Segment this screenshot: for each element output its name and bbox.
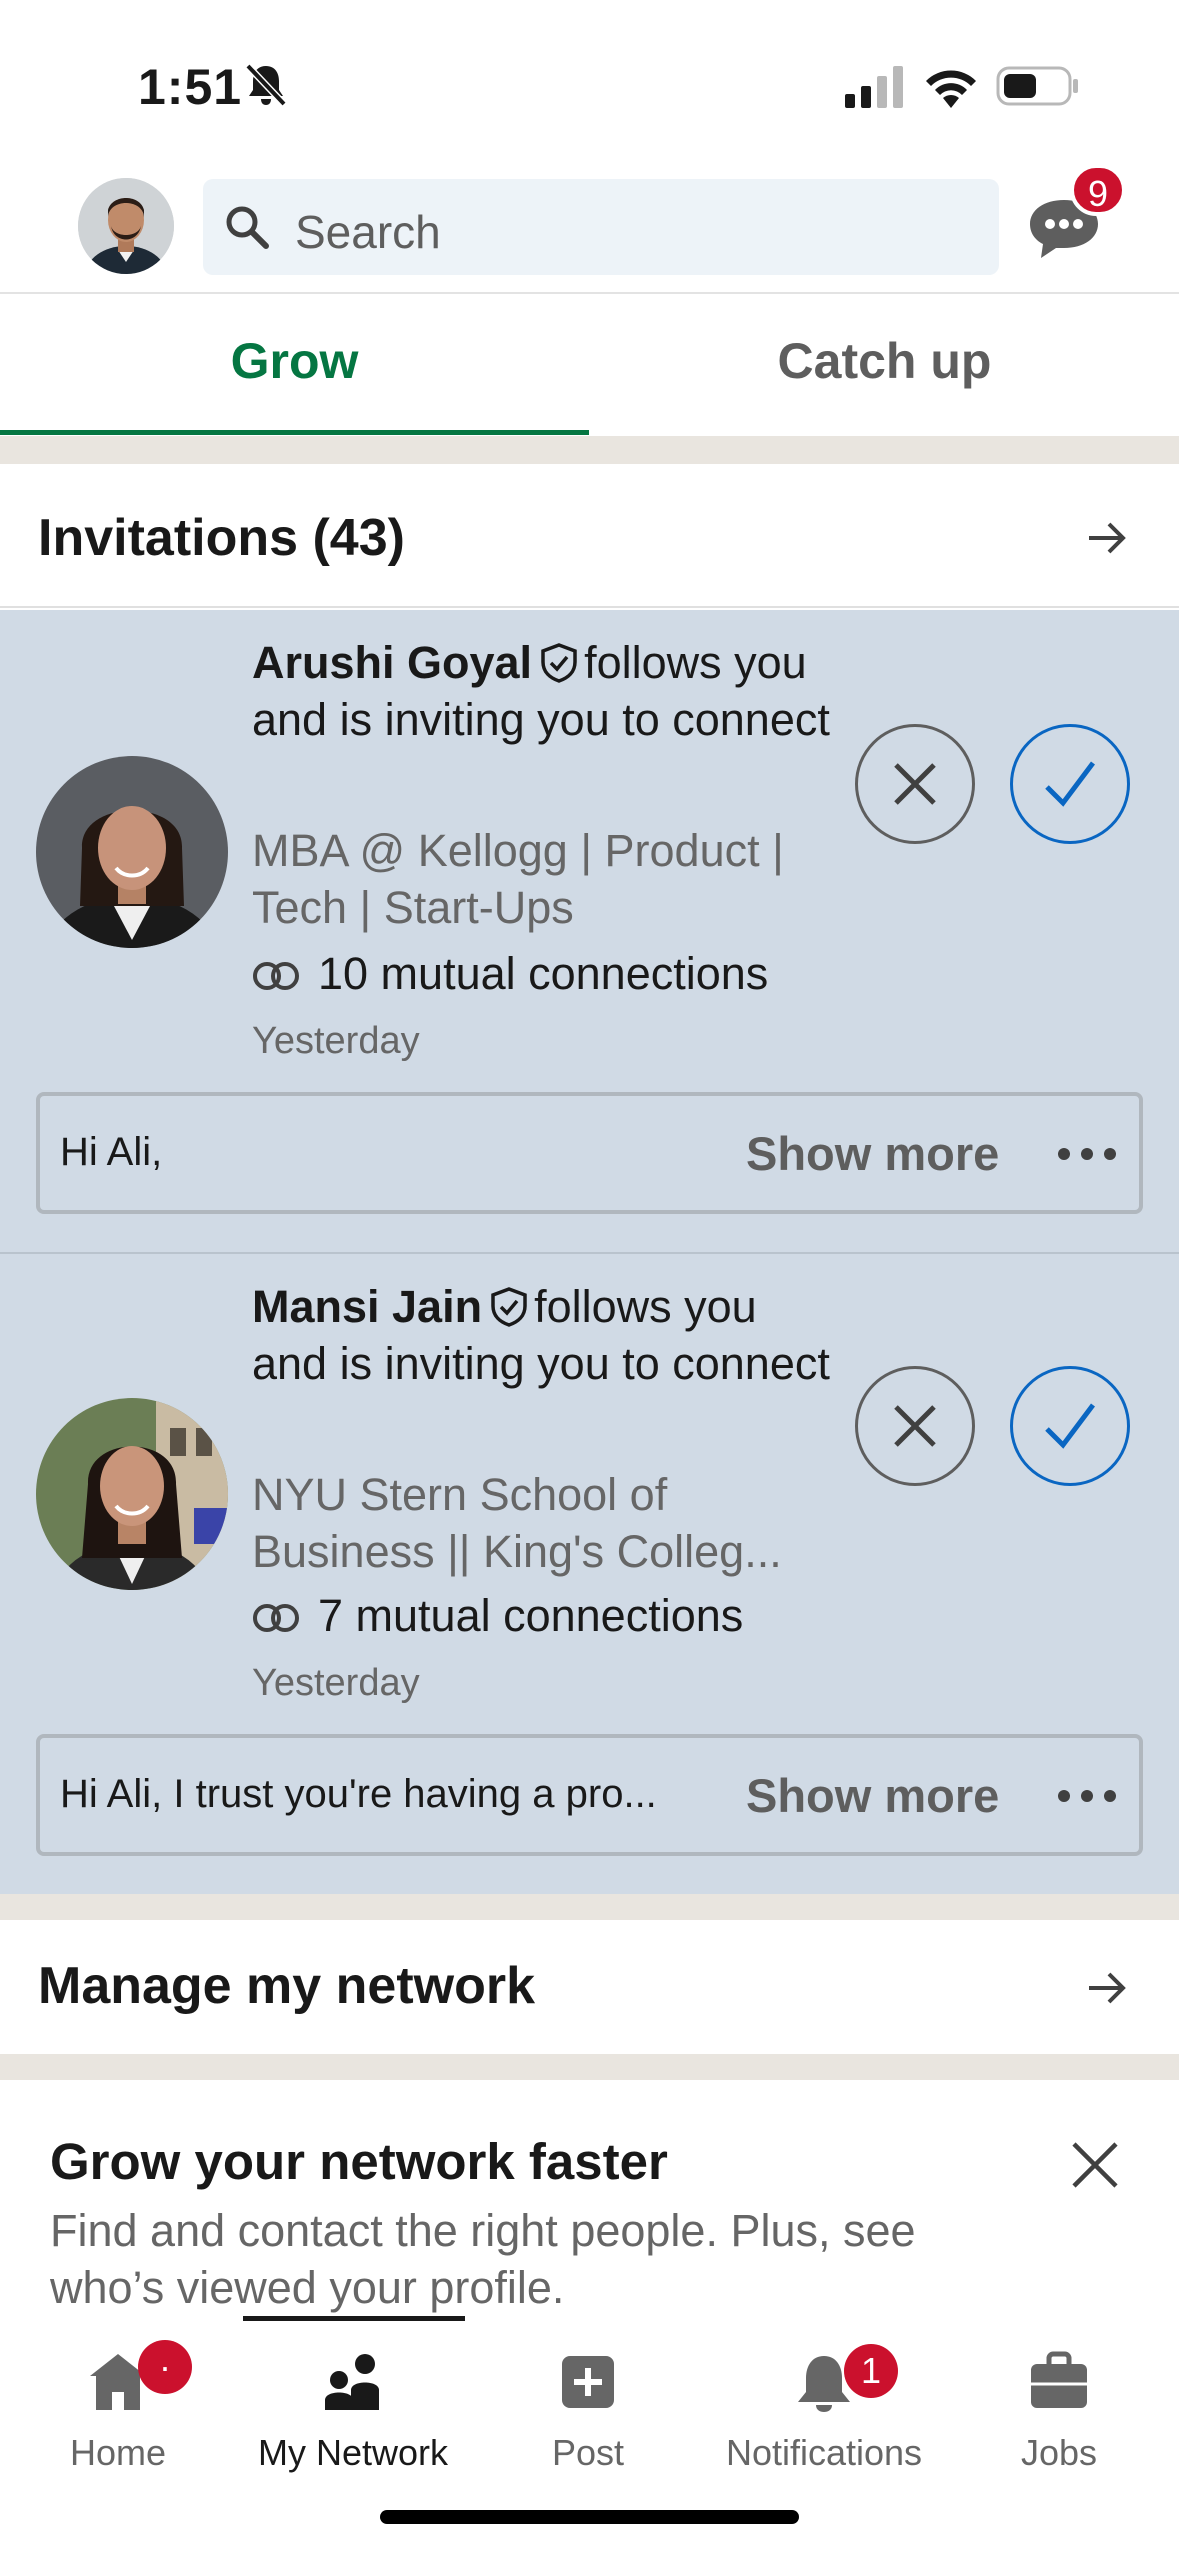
invitation-card: Mansi Jain follows you and is inviting yo… bbox=[0, 1254, 1179, 1894]
upsell-title: Grow your network faster bbox=[50, 2133, 668, 2190]
invitation-message-text: Hi Ali, I trust you're having a pro... bbox=[60, 1772, 657, 1816]
network-tabs: Grow Catch up bbox=[0, 296, 1179, 436]
show-more-button[interactable]: Show more bbox=[746, 1126, 999, 1181]
briefcase-icon bbox=[1031, 2351, 1087, 2408]
top-header: Search 9 bbox=[0, 160, 1179, 294]
manage-network-title: Manage my network bbox=[38, 1957, 536, 2015]
invitation-message[interactable]: Hi Ali, Show more bbox=[36, 1092, 1143, 1214]
ignore-button[interactable] bbox=[855, 724, 975, 844]
ignore-button[interactable] bbox=[855, 1366, 975, 1486]
verified-shield-icon bbox=[541, 643, 577, 683]
checkmark-icon bbox=[1045, 761, 1095, 807]
invitation-avatar[interactable] bbox=[36, 756, 228, 948]
invitation-photo bbox=[36, 756, 228, 948]
section-divider bbox=[0, 2054, 1179, 2080]
bell-off-icon bbox=[245, 63, 287, 107]
invitations-header[interactable]: Invitations (43) bbox=[0, 464, 1179, 608]
search-bar[interactable]: Search bbox=[203, 179, 999, 275]
tab-grow[interactable]: Grow bbox=[0, 296, 589, 436]
messages-badge: 9 bbox=[1070, 164, 1126, 216]
status-bar: 1:51 bbox=[0, 0, 1179, 160]
invitation-card: Arushi Goyal follows you and is inviting … bbox=[0, 610, 1179, 1252]
search-icon bbox=[226, 206, 269, 249]
invitation-time: Yesterday bbox=[252, 1662, 420, 1704]
close-icon bbox=[894, 763, 936, 805]
mutual-connections[interactable]: 10 mutual connections bbox=[252, 948, 768, 1000]
nav-my-network[interactable]: My Network bbox=[243, 2336, 463, 2486]
nav-my-network-label: My Network bbox=[257, 2432, 449, 2473]
inviter-headline: MBA @ Kellogg | Product | Tech | Start-U… bbox=[252, 825, 784, 933]
arrow-right-icon[interactable] bbox=[1085, 516, 1129, 560]
nav-jobs[interactable]: Jobs bbox=[949, 2336, 1169, 2486]
cellular-signal-icon bbox=[845, 66, 903, 108]
inviter-name[interactable]: Arushi Goyal bbox=[252, 637, 532, 688]
invitation-avatar[interactable] bbox=[36, 1398, 228, 1590]
wifi-icon bbox=[926, 70, 976, 108]
nav-post-label: Post bbox=[551, 2432, 625, 2473]
mutual-connections-icon bbox=[253, 962, 299, 990]
more-options-icon[interactable] bbox=[1054, 1144, 1120, 1164]
network-icon bbox=[325, 2354, 379, 2410]
upsell-body: Find and contact the right people. Plus,… bbox=[50, 2205, 916, 2313]
home-indicator bbox=[380, 2510, 799, 2524]
invitation-text: Arushi Goyal follows you and is inviting … bbox=[252, 634, 832, 748]
active-nav-indicator bbox=[243, 2316, 465, 2321]
mutual-connections-icon bbox=[253, 1604, 299, 1632]
nav-jobs-label: Jobs bbox=[1020, 2432, 1098, 2473]
nav-home[interactable]: · Home bbox=[8, 2336, 228, 2486]
home-badge: · bbox=[138, 2340, 192, 2394]
invitation-time: Yesterday bbox=[252, 1020, 420, 1062]
nav-home-label: Home bbox=[69, 2432, 167, 2473]
verified-shield-icon bbox=[491, 1287, 527, 1327]
invitation-photo bbox=[36, 1398, 228, 1590]
nav-notifications-label: Notifications bbox=[725, 2432, 923, 2473]
manage-network-row[interactable]: Manage my network bbox=[0, 1920, 1179, 2054]
invitation-message-text: Hi Ali, bbox=[60, 1130, 163, 1174]
show-more-button[interactable]: Show more bbox=[746, 1768, 999, 1823]
checkmark-icon bbox=[1045, 1403, 1095, 1449]
active-tab-indicator bbox=[0, 430, 589, 435]
nav-post[interactable]: Post bbox=[478, 2336, 698, 2486]
invitation-message[interactable]: Hi Ali, I trust you're having a pro... S… bbox=[36, 1734, 1143, 1856]
nav-notifications[interactable]: 1 Notifications bbox=[714, 2336, 934, 2486]
battery-icon bbox=[996, 66, 1078, 106]
mutual-connections-text: 7 mutual connections bbox=[318, 1590, 744, 1641]
section-divider bbox=[0, 1894, 1179, 1920]
invitations-title: Invitations (43) bbox=[38, 509, 405, 567]
accept-button[interactable] bbox=[1010, 724, 1130, 844]
post-icon bbox=[562, 2356, 614, 2408]
arrow-right-icon[interactable] bbox=[1085, 1966, 1129, 2010]
inviter-name[interactable]: Mansi Jain bbox=[252, 1281, 482, 1332]
tab-catch-up[interactable]: Catch up bbox=[590, 296, 1179, 436]
mutual-connections[interactable]: 7 mutual connections bbox=[252, 1590, 743, 1642]
close-icon bbox=[894, 1405, 936, 1447]
profile-avatar[interactable] bbox=[78, 178, 174, 274]
status-time: 1:51 bbox=[138, 59, 243, 115]
close-icon[interactable] bbox=[1068, 2138, 1122, 2192]
notifications-badge: 1 bbox=[844, 2344, 898, 2398]
mutual-connections-text: 10 mutual connections bbox=[318, 948, 769, 999]
invitation-text: Mansi Jain follows you and is inviting yo… bbox=[252, 1278, 832, 1392]
section-divider bbox=[0, 436, 1179, 464]
profile-photo bbox=[78, 178, 174, 274]
search-placeholder: Search bbox=[295, 206, 441, 258]
accept-button[interactable] bbox=[1010, 1366, 1130, 1486]
inviter-headline: NYU Stern School of Business || King's C… bbox=[252, 1469, 782, 1577]
more-options-icon[interactable] bbox=[1054, 1786, 1120, 1806]
